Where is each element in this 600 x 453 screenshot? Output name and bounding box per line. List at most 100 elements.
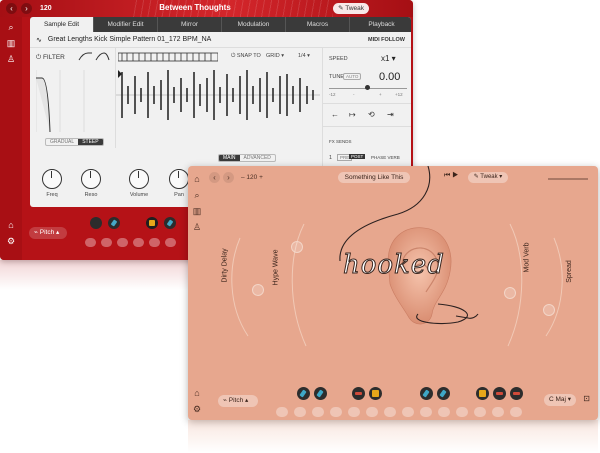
main-advanced-toggle[interactable]: MAIN ADVANCED bbox=[218, 154, 276, 162]
filter-type-icons[interactable] bbox=[78, 52, 110, 62]
freq-knob[interactable] bbox=[42, 169, 62, 189]
pitch-button[interactable]: ⌁ Pitch ▴ bbox=[218, 395, 258, 407]
pad[interactable] bbox=[297, 387, 310, 400]
key[interactable] bbox=[402, 407, 414, 417]
key[interactable] bbox=[474, 407, 486, 417]
search-icon[interactable]: ⌕ bbox=[6, 22, 16, 32]
volume-label: Volume bbox=[129, 192, 149, 198]
steep-option[interactable]: STEEP bbox=[78, 139, 103, 145]
sample-waveform[interactable] bbox=[116, 66, 320, 124]
tune-scale-plus: + bbox=[379, 92, 382, 97]
key[interactable] bbox=[438, 407, 450, 417]
forward-arrow-icon[interactable]: › bbox=[21, 3, 32, 14]
key-select[interactable]: C Maj ▾ bbox=[544, 394, 576, 406]
pad[interactable] bbox=[108, 217, 120, 229]
midi-follow-toggle[interactable]: MIDI FOLLOW bbox=[368, 37, 405, 43]
tab-modifier-edit[interactable]: Modifier Edit bbox=[94, 17, 158, 32]
reverse-icon[interactable]: ← bbox=[331, 110, 339, 119]
key[interactable] bbox=[117, 238, 128, 247]
tab-modulation[interactable]: Modulation bbox=[222, 17, 286, 32]
tune-value[interactable]: 0.00 bbox=[379, 71, 400, 83]
pan-knob[interactable] bbox=[169, 169, 189, 189]
pad[interactable] bbox=[493, 387, 506, 400]
library-icon[interactable]: ▥ bbox=[6, 38, 16, 48]
hold-icon[interactable]: ⇥ bbox=[387, 110, 394, 119]
preset-title[interactable]: Between Thoughts bbox=[150, 3, 240, 12]
tab-bar: Sample Edit Modifier Edit Mirror Modulat… bbox=[30, 17, 411, 32]
divider bbox=[323, 103, 411, 104]
volume-knob[interactable] bbox=[129, 169, 149, 189]
peach-window-reflection bbox=[188, 420, 598, 453]
key[interactable] bbox=[384, 407, 396, 417]
tweak-button[interactable]: ✎ Tweak bbox=[333, 3, 369, 14]
pad[interactable] bbox=[369, 387, 382, 400]
grid-label: GRID bbox=[266, 53, 280, 59]
grid-select[interactable]: GRID ▾ bbox=[266, 53, 284, 59]
filter-slope-toggle[interactable]: GRADUAL STEEP bbox=[45, 138, 104, 146]
key[interactable] bbox=[456, 407, 468, 417]
tab-mirror[interactable]: Mirror bbox=[158, 17, 222, 32]
tab-playback[interactable]: Playback bbox=[350, 17, 411, 32]
tweak-label: Tweak bbox=[345, 5, 364, 12]
pad[interactable] bbox=[146, 217, 158, 229]
key[interactable] bbox=[420, 407, 432, 417]
waveform-section: ⏻ SNAP TO GRID ▾ 1/4 ▾ MAIN ADVANCED bbox=[116, 48, 322, 162]
key[interactable] bbox=[294, 407, 306, 417]
waveform-icon: ∿ bbox=[36, 36, 42, 44]
key[interactable] bbox=[133, 238, 144, 247]
pad[interactable] bbox=[352, 387, 365, 400]
gradual-option[interactable]: GRADUAL bbox=[46, 139, 78, 145]
spread-handle[interactable] bbox=[543, 304, 555, 316]
key[interactable] bbox=[165, 238, 176, 247]
fx-label-dirty-delay: Dirty Delay bbox=[221, 248, 229, 283]
filter-label: ⏻ FILTER bbox=[36, 54, 65, 61]
key[interactable] bbox=[101, 238, 112, 247]
slice-grid[interactable] bbox=[118, 52, 218, 62]
phase-verb-send[interactable]: PHASE VERB bbox=[371, 155, 400, 160]
gear-icon[interactable]: ⚙ bbox=[6, 236, 16, 246]
tune-slider-handle[interactable] bbox=[365, 85, 370, 90]
pad[interactable] bbox=[476, 387, 489, 400]
tempo-display[interactable]: 120 bbox=[40, 5, 52, 12]
grid-division-select[interactable]: 1/4 ▾ bbox=[298, 53, 310, 59]
main-option[interactable]: MAIN bbox=[219, 155, 240, 161]
one-shot-icon[interactable]: ↦ bbox=[349, 110, 356, 119]
pitch-button[interactable]: ⌁ Pitch ▴ bbox=[29, 227, 67, 239]
reso-knob[interactable] bbox=[81, 169, 101, 189]
hooked-script: hooked bbox=[343, 250, 445, 281]
tab-sample-edit[interactable]: Sample Edit bbox=[30, 17, 94, 32]
advanced-option[interactable]: ADVANCED bbox=[240, 155, 275, 161]
key[interactable] bbox=[85, 238, 96, 247]
lock-icon[interactable]: ⊡ bbox=[583, 394, 590, 403]
user-icon[interactable]: ♙ bbox=[6, 54, 16, 64]
key[interactable] bbox=[366, 407, 378, 417]
peach-pad-strip: ⌁ Pitch ▴ C Maj ▾ ⊡ bbox=[206, 382, 598, 420]
key[interactable] bbox=[149, 238, 160, 247]
dirty-delay-handle[interactable] bbox=[252, 284, 264, 296]
pad[interactable] bbox=[420, 387, 433, 400]
key[interactable] bbox=[510, 407, 522, 417]
tune-auto-button[interactable]: AUTO bbox=[343, 73, 362, 80]
fx-sends-label: FX SENDS bbox=[329, 139, 352, 144]
pad[interactable] bbox=[510, 387, 523, 400]
learn-icon[interactable]: ⌂ bbox=[6, 220, 16, 230]
hype-wave-handle[interactable] bbox=[291, 241, 303, 253]
speed-value[interactable]: x1 ▾ bbox=[381, 54, 396, 63]
key[interactable] bbox=[348, 407, 360, 417]
sample-name[interactable]: Great Lengths Kick Simple Pattern 01_172… bbox=[48, 36, 211, 43]
key[interactable] bbox=[312, 407, 324, 417]
key[interactable] bbox=[330, 407, 342, 417]
back-arrow-icon[interactable]: ‹ bbox=[6, 3, 17, 14]
pad[interactable] bbox=[90, 217, 102, 229]
mod-verb-handle[interactable] bbox=[504, 287, 516, 299]
filter-curve[interactable] bbox=[36, 70, 108, 132]
pad[interactable] bbox=[314, 387, 327, 400]
pad[interactable] bbox=[437, 387, 450, 400]
tune-label: TUNE bbox=[329, 74, 344, 80]
loop-icon[interactable]: ⟲ bbox=[368, 110, 375, 119]
pad[interactable] bbox=[164, 217, 176, 229]
tab-macros[interactable]: Macros bbox=[286, 17, 350, 32]
post-toggle[interactable]: POST bbox=[349, 154, 366, 159]
key[interactable] bbox=[276, 407, 288, 417]
key[interactable] bbox=[492, 407, 504, 417]
